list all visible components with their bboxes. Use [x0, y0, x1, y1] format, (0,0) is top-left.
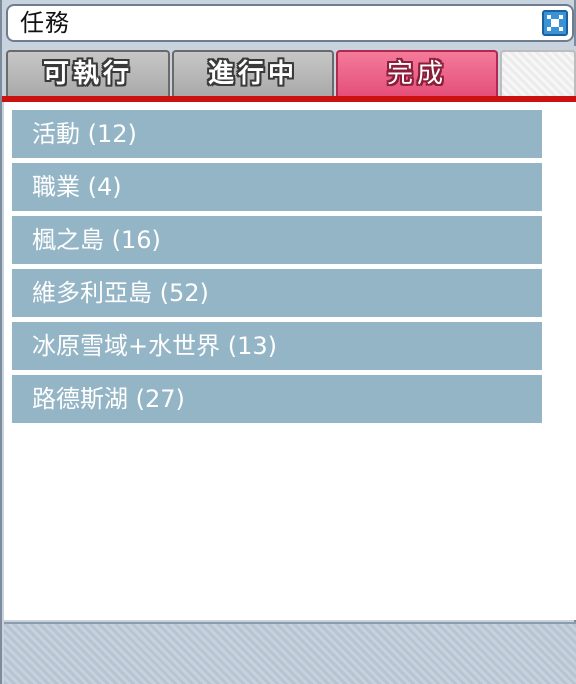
- category-ludus-lake[interactable]: 路德斯湖 (27): [12, 375, 542, 423]
- window-title: 任務: [20, 9, 70, 37]
- quest-category-list: 活動 (12) 職業 (4) 楓之島 (16) 維多利亞島 (52) 冰原雪域+…: [12, 110, 542, 428]
- quest-list-panel: 活動 (12) 職業 (4) 楓之島 (16) 維多利亞島 (52) 冰原雪域+…: [4, 102, 576, 620]
- title-bar[interactable]: 任務: [6, 4, 574, 42]
- quest-window: 任務 可執行 進行中 完成 活動 (12) 職業 (4) 楓之島 (16) 維多…: [0, 0, 576, 684]
- category-job[interactable]: 職業 (4): [12, 163, 542, 211]
- tab-completed[interactable]: 完成: [336, 50, 498, 96]
- tab-in-progress[interactable]: 進行中: [172, 50, 334, 96]
- category-maple-island[interactable]: 楓之島 (16): [12, 216, 542, 264]
- tab-bar: 可執行 進行中 完成: [2, 46, 576, 96]
- category-event[interactable]: 活動 (12): [12, 110, 542, 158]
- window-footer: [4, 622, 576, 684]
- category-victoria-island[interactable]: 維多利亞島 (52): [12, 269, 542, 317]
- close-icon: [544, 12, 566, 34]
- close-button[interactable]: [542, 10, 568, 36]
- tab-available[interactable]: 可執行: [6, 50, 170, 96]
- tab-empty-slot: [500, 50, 576, 96]
- category-el-nath-aqua[interactable]: 冰原雪域+水世界 (13): [12, 322, 542, 370]
